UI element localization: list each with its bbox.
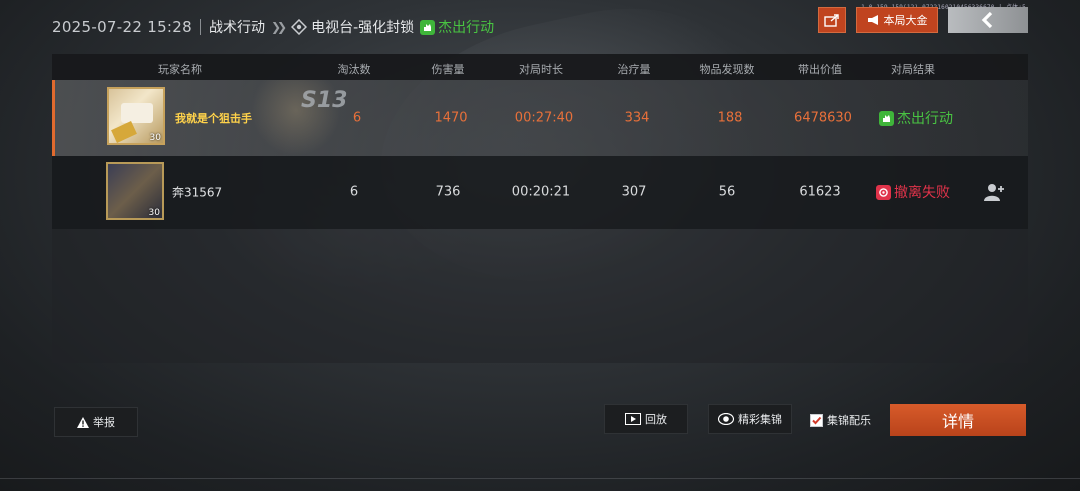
col-items-found: 物品发现数 [699, 63, 755, 76]
healing-value: 307 [621, 184, 647, 200]
extracted-value: 61623 [799, 184, 841, 200]
share-button[interactable] [818, 7, 846, 33]
col-duration: 对局时长 [519, 63, 563, 76]
checkmark-icon [812, 416, 822, 424]
music-label: 集锦配乐 [827, 414, 871, 427]
details-button[interactable]: 详情 [890, 404, 1026, 436]
chevron-left-icon [981, 11, 993, 29]
duration-value: 00:20:21 [511, 184, 571, 200]
season-badge: S13 [301, 88, 348, 113]
match-header: 2025-07-22 15:28 战术行动 ❯❯ 电视台-强化封锁 杰出行动 [52, 14, 494, 40]
map-pin-icon [291, 19, 308, 35]
player-level: 30 [148, 208, 160, 218]
col-extracted-value: 带出价值 [798, 63, 842, 76]
game-mode: 战术行动 [208, 20, 265, 36]
warning-icon [77, 416, 89, 428]
highlights-button[interactable]: 精彩集锦 [708, 404, 792, 434]
avatar[interactable]: 30 [107, 87, 165, 145]
replay-button[interactable]: 回放 [604, 404, 688, 434]
col-result: 对局结果 [891, 63, 935, 76]
bottom-divider [0, 478, 1080, 479]
result-text: 杰出行动 [897, 111, 953, 127]
report-button[interactable]: 举报 [54, 407, 138, 437]
eliminations-value: 6 [352, 110, 362, 126]
duration-value: 00:27:40 [514, 110, 574, 126]
col-eliminations: 淘汰数 [337, 63, 371, 76]
items-found-value: 188 [717, 110, 743, 126]
match-timestamp: 2025-07-22 15:28 [52, 18, 192, 36]
match-status-text: 杰出行动 [438, 20, 495, 36]
avatar-art [111, 121, 137, 143]
match-status: 杰出行动 [420, 17, 494, 37]
megaphone-icon [867, 15, 878, 25]
table-header: 玩家名称 淘汰数 伤害量 对局时长 治疗量 物品发现数 带出价值 对局结果 [52, 54, 1028, 80]
music-toggle[interactable]: 集锦配乐 [810, 412, 871, 428]
match-jackpot-label: 本局大金 [883, 14, 928, 27]
match-jackpot-button[interactable]: 本局大金 [856, 7, 938, 33]
col-damage: 伤害量 [431, 63, 465, 76]
film-icon [625, 413, 641, 425]
back-button[interactable] [948, 7, 1028, 33]
extracted-value: 6478630 [794, 110, 852, 126]
player-level: 30 [149, 133, 161, 143]
avatar[interactable]: 30 [106, 162, 164, 220]
add-friend-icon[interactable] [983, 182, 1005, 202]
avatar-art [121, 103, 153, 123]
highlights-label: 精彩集锦 [738, 413, 782, 426]
result-badge: 撤离失败 [876, 182, 950, 202]
map-name: 电视台-强化封锁 [311, 20, 415, 36]
damage-value: 1470 [434, 110, 468, 126]
col-healing: 治疗量 [617, 63, 651, 76]
healing-value: 334 [624, 110, 650, 126]
header-divider [199, 19, 201, 35]
extraction-failed-icon [876, 184, 891, 200]
col-player-name: 玩家名称 [158, 63, 202, 76]
outstanding-icon [879, 110, 894, 126]
result-badge: 杰出行动 [879, 108, 953, 128]
player-name: 奔31567 [172, 185, 223, 200]
table-row[interactable]: 30 奔31567 6 736 00:20:21 307 56 61623 撤离… [52, 156, 1028, 229]
result-text: 撤离失败 [894, 185, 950, 201]
details-label: 详情 [941, 412, 974, 431]
replay-label: 回放 [645, 413, 667, 426]
share-icon [824, 14, 839, 27]
music-checkbox[interactable] [810, 413, 823, 427]
table-row[interactable]: 30 我就是个狙击手 S13 6 1470 00:27:40 334 188 6… [52, 80, 1028, 156]
player-name: 我就是个狙击手 [175, 112, 252, 125]
eliminations-value: 6 [349, 184, 359, 200]
damage-value: 736 [435, 184, 461, 200]
camera-icon [718, 413, 734, 425]
outstanding-icon [420, 19, 436, 35]
scoreboard-table: 玩家名称 淘汰数 伤害量 对局时长 治疗量 物品发现数 带出价值 对局结果 30… [52, 54, 1028, 363]
chevron-right-icon: ❯❯ [270, 20, 287, 34]
report-label: 举报 [93, 416, 115, 429]
items-found-value: 56 [718, 184, 736, 200]
